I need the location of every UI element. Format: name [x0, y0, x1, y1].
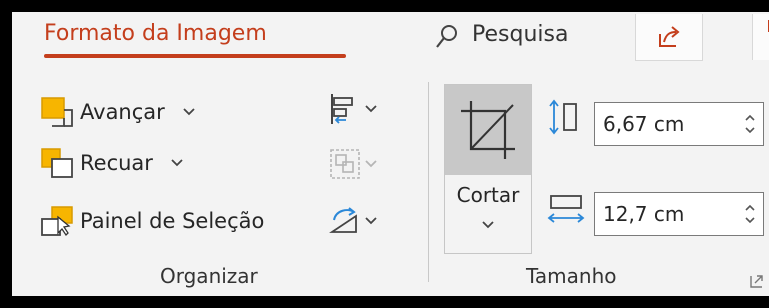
ribbon-frame: Formato da Imagem Pesquisa Avançar Recua…	[12, 12, 769, 296]
share-icon	[659, 26, 680, 47]
group-separator	[428, 82, 429, 282]
selection-pane-label: Painel de Seleção	[80, 209, 265, 233]
crop-button[interactable]: Cortar	[444, 84, 532, 254]
shape-height-icon	[546, 98, 586, 140]
chevron-down-icon	[171, 159, 183, 167]
shape-width-icon	[546, 190, 586, 232]
selection-pane-icon	[41, 206, 73, 237]
send-backward-icon	[41, 148, 73, 178]
comment-icon	[768, 20, 769, 32]
search-icon[interactable]	[435, 24, 459, 50]
align-left-icon	[331, 94, 377, 124]
group-button	[328, 147, 386, 185]
bring-forward-button[interactable]: Avançar	[40, 96, 195, 128]
shape-height-input[interactable]: 6,67 cm	[594, 102, 764, 146]
shape-height-spinner[interactable]	[737, 112, 763, 136]
crop-label: Cortar	[456, 183, 520, 207]
shape-width-input[interactable]: 12,7 cm	[594, 192, 764, 236]
active-tab-underline	[44, 54, 346, 58]
send-backward-button[interactable]: Recuar	[40, 147, 183, 179]
dialog-launcher-icon[interactable]	[750, 274, 764, 293]
crop-icon	[461, 101, 515, 159]
selection-pane-button[interactable]: Painel de Seleção	[40, 205, 264, 237]
group-label-organizar: Organizar	[160, 264, 258, 288]
tab-formato-da-imagem[interactable]: Formato da Imagem	[44, 21, 267, 52]
rotate-button[interactable]	[328, 204, 386, 242]
comments-button[interactable]	[752, 14, 769, 60]
shape-width-value: 12,7 cm	[603, 202, 685, 226]
chevron-down-icon	[482, 221, 494, 229]
search-box[interactable]: Pesquisa	[472, 22, 568, 47]
share-button[interactable]	[635, 14, 703, 61]
spin-up-down-icon	[745, 204, 755, 224]
group-label-tamanho: Tamanho	[526, 264, 617, 288]
shape-width-spinner[interactable]	[737, 202, 763, 226]
bring-forward-label: Avançar	[80, 100, 165, 124]
align-button[interactable]	[328, 92, 386, 130]
group-objects-icon	[330, 149, 377, 179]
shape-height-value: 6,67 cm	[603, 112, 685, 136]
spin-up-down-icon	[745, 114, 755, 134]
tab-bar: Formato da Imagem Pesquisa	[12, 12, 769, 68]
chevron-down-icon	[183, 108, 195, 116]
crop-icon-area	[445, 85, 531, 175]
bring-forward-icon	[41, 97, 73, 127]
rotate-icon	[329, 207, 377, 233]
send-backward-label: Recuar	[80, 151, 153, 175]
